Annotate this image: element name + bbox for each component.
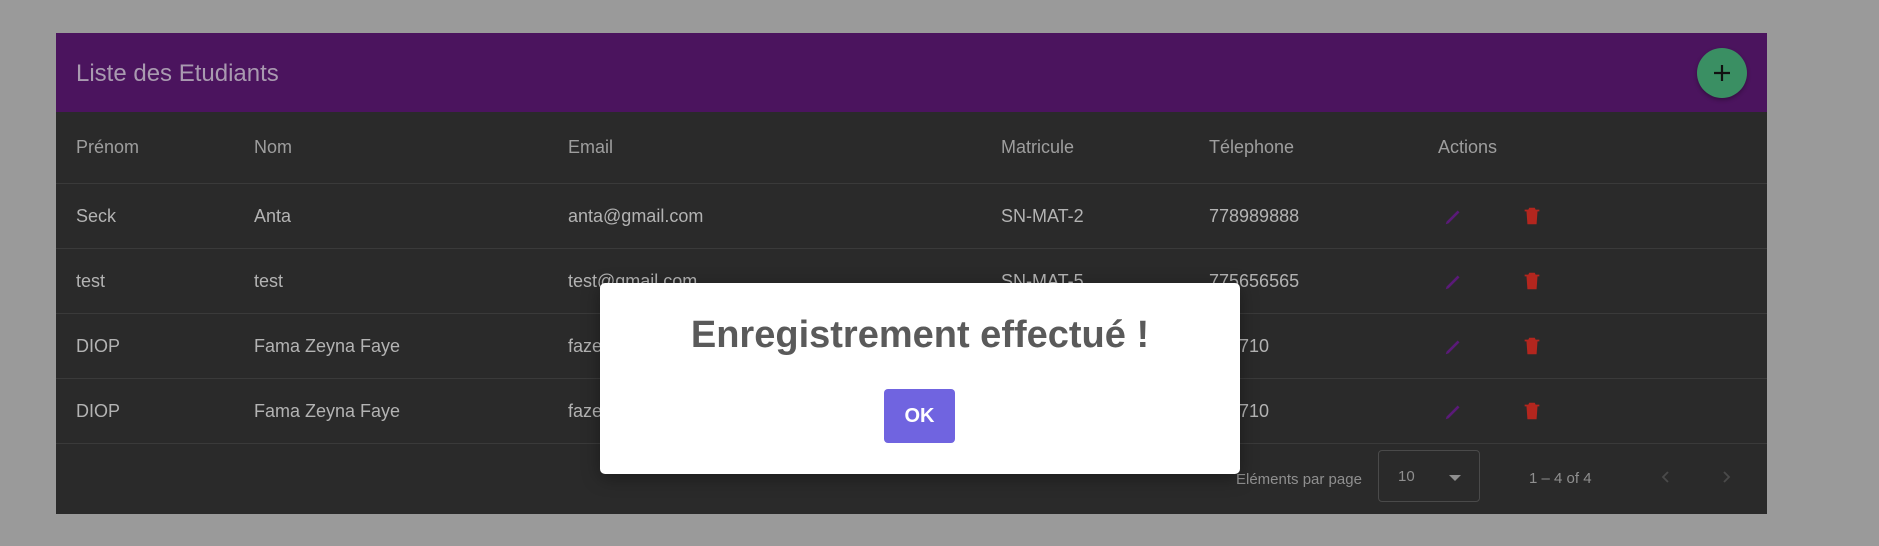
dialog-title: Enregistrement effectué ! [690,314,1150,356]
column-header-prenom[interactable]: Prénom [56,112,234,184]
add-student-button[interactable] [1697,48,1747,98]
cell-nom: Anta [234,183,548,249]
edit-button[interactable] [1443,400,1465,422]
table-header-row: Prénom Nom Email Matricule Télephone Act… [56,112,1767,184]
per-page-select[interactable]: 10 [1378,450,1480,502]
delete-button[interactable] [1521,335,1543,357]
cell-telephone: 778989888 [1189,183,1418,249]
column-header-telephone[interactable]: Télephone [1189,112,1418,184]
next-page-button[interactable] [1713,464,1739,490]
delete-button[interactable] [1521,400,1543,422]
cell-actions [1418,378,1767,444]
cell-nom: Fama Zeyna Faye [234,378,548,444]
cell-actions [1418,183,1767,249]
cell-prenom: DIOP [56,313,234,379]
cell-nom: test [234,248,548,314]
column-header-nom[interactable]: Nom [234,112,548,184]
per-page-label: Eléments par page [1236,471,1362,488]
previous-page-button[interactable] [1653,464,1679,490]
plus-icon [1714,65,1730,81]
edit-button[interactable] [1443,205,1465,227]
pencil-icon [1445,340,1460,355]
pencil-icon [1445,210,1460,225]
ok-button[interactable]: OK [884,389,955,443]
pencil-icon [1445,405,1460,420]
edit-button[interactable] [1443,270,1465,292]
table-row: Seck Anta anta@gmail.com SN-MAT-2 778989… [56,183,1767,249]
chevron-left-icon [1661,471,1669,483]
per-page-value: 10 [1398,468,1415,485]
range-label: 1 – 4 of 4 [1529,470,1592,487]
delete-button[interactable] [1521,205,1543,227]
cell-prenom: DIOP [56,378,234,444]
chevron-down-icon [1449,475,1461,481]
chevron-right-icon [1723,471,1731,483]
trash-icon [1524,402,1540,420]
edit-button[interactable] [1443,335,1465,357]
toolbar: Liste des Etudiants [56,33,1767,112]
delete-button[interactable] [1521,270,1543,292]
trash-icon [1524,272,1540,290]
column-header-email[interactable]: Email [548,112,981,184]
success-dialog: Enregistrement effectué ! OK [600,283,1240,474]
cell-matricule: SN-MAT-2 [981,183,1189,249]
trash-icon [1524,207,1540,225]
page-title: Liste des Etudiants [76,60,279,87]
pencil-icon [1445,275,1460,290]
cell-prenom: test [56,248,234,314]
column-header-actions: Actions [1418,112,1767,184]
cell-prenom: Seck [56,183,234,249]
cell-nom: Fama Zeyna Faye [234,313,548,379]
trash-icon [1524,337,1540,355]
cell-actions [1418,248,1767,314]
column-header-matricule[interactable]: Matricule [981,112,1189,184]
cell-email: anta@gmail.com [548,183,981,249]
cell-actions [1418,313,1767,379]
